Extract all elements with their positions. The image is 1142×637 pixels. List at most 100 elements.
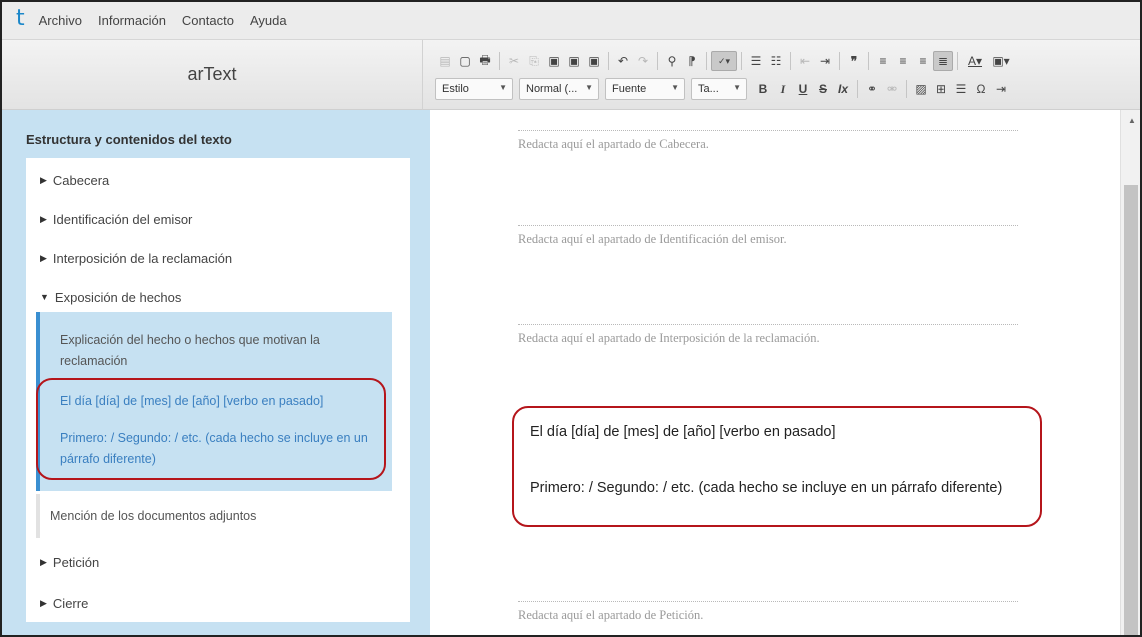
align-left-icon[interactable]: ≡	[873, 51, 893, 71]
section-label: Petición	[52, 554, 100, 570]
toolbar-separator	[957, 52, 958, 70]
section-cierre[interactable]: ▶ Cierre	[26, 593, 410, 613]
underline-button[interactable]: U	[793, 79, 813, 99]
text-color-icon[interactable]: A▾	[962, 51, 988, 71]
section-label: Identificación del emisor	[52, 211, 193, 227]
paste-text-icon[interactable]: ▣	[564, 51, 584, 71]
placeholder-peticion[interactable]: Redacta aquí el apartado de Petición.	[518, 601, 1018, 623]
text-editor[interactable]: Redacta aquí el apartado de Cabecera. Re…	[430, 110, 1120, 635]
menu-ayuda[interactable]: Ayuda	[250, 13, 287, 28]
toolbar-separator	[608, 52, 609, 70]
blockquote-icon[interactable]: ❞	[844, 51, 864, 71]
save-icon[interactable]: ▤	[435, 51, 455, 71]
align-right-icon[interactable]: ≡	[913, 51, 933, 71]
subsection-title: Mención de los documentos adjuntos	[50, 509, 257, 523]
caret-right-icon: ▶	[40, 556, 47, 567]
table-icon[interactable]: ⊞	[931, 79, 951, 99]
spellcheck-icon[interactable]: ✓▾	[711, 51, 737, 71]
menu-bar: t Archivo Información Contacto Ayuda	[2, 2, 1140, 40]
caret-right-icon: ▶	[40, 597, 47, 608]
app-window: t Archivo Información Contacto Ayuda arT…	[0, 0, 1142, 637]
indent-icon[interactable]: ⇥	[815, 51, 835, 71]
toolbar-separator	[857, 80, 858, 98]
page-break-icon[interactable]: ⇥	[991, 79, 1011, 99]
justify-icon[interactable]: ≣	[933, 51, 953, 71]
size-dropdown-label: Ta...	[698, 83, 719, 95]
outdent-icon[interactable]: ⇤	[795, 51, 815, 71]
scrollbar-thumb[interactable]	[1124, 185, 1138, 635]
chevron-down-icon: ▼	[733, 83, 741, 92]
bold-button[interactable]: B	[753, 79, 773, 99]
toolbar-separator	[499, 52, 500, 70]
caret-right-icon: ▶	[40, 252, 47, 263]
toolbar-separator	[706, 52, 707, 70]
structure-sidebar: Estructura y contenidos del texto ▶ Cabe…	[2, 110, 430, 635]
section-label: Interposición de la reclamación	[52, 250, 233, 266]
section-label: Cierre	[52, 595, 89, 611]
copy-icon[interactable]: ⎘	[524, 51, 544, 71]
subsection-documentos-adjuntos[interactable]: Mención de los documentos adjuntos	[36, 494, 392, 538]
paste-word-icon[interactable]: ▣	[584, 51, 604, 71]
outline-panel: ▶ Cabecera ▶ Identificación del emisor ▶…	[26, 158, 410, 622]
unlink-icon[interactable]: ⚮	[882, 79, 902, 99]
placeholder-cabecera[interactable]: Redacta aquí el apartado de Cabecera.	[518, 130, 1018, 152]
app-title: arText	[187, 64, 237, 84]
special-char-icon[interactable]: Ω	[971, 79, 991, 99]
toolbar-separator	[868, 52, 869, 70]
strikethrough-button[interactable]: S	[813, 79, 833, 99]
numbered-list-icon[interactable]: ☰	[746, 51, 766, 71]
menu-informacion[interactable]: Información	[98, 13, 166, 28]
editor-toolbar: ▤ ▢ 🖶 ✂ ⎘ ▣ ▣ ▣ ↶ ↷ ⚲ ⁋ ✓▾ ☰ ☷ ⇤ ⇥ ❞ ≡ ≡…	[422, 40, 1140, 110]
align-center-icon[interactable]: ≡	[893, 51, 913, 71]
menu-archivo[interactable]: Archivo	[39, 13, 82, 28]
section-exposicion-hechos[interactable]: ▼ Exposición de hechos	[26, 287, 410, 307]
subsection-title[interactable]: Explicación del hecho o hechos que motiv…	[60, 330, 380, 372]
chevron-down-icon: ▼	[671, 83, 679, 92]
toolbar-separator	[906, 80, 907, 98]
font-dropdown[interactable]: Fuente ▼	[605, 78, 685, 100]
horizontal-line-icon[interactable]: ☰	[951, 79, 971, 99]
print-icon[interactable]: 🖶	[475, 51, 495, 71]
section-label: Exposición de hechos	[54, 289, 182, 305]
background-color-icon[interactable]: ▣▾	[988, 51, 1014, 71]
redo-icon[interactable]: ↷	[633, 51, 653, 71]
format-dropdown-label: Normal (...	[526, 83, 578, 95]
undo-icon[interactable]: ↶	[613, 51, 633, 71]
format-dropdown[interactable]: Normal (... ▼	[519, 78, 599, 100]
caret-right-icon: ▶	[40, 213, 47, 224]
image-icon[interactable]: ▨	[911, 79, 931, 99]
bulleted-list-icon[interactable]: ☷	[766, 51, 786, 71]
toolbar-row-2: Estilo ▼ Normal (... ▼ Fuente ▼ Ta... ▼ B I …	[435, 77, 1011, 101]
select-all-icon[interactable]: ⁋	[682, 51, 702, 71]
section-peticion[interactable]: ▶ Petición	[26, 552, 410, 572]
scroll-up-icon[interactable]: ▲	[1128, 116, 1136, 125]
cut-icon[interactable]: ✂	[504, 51, 524, 71]
content-ordinal-line[interactable]: Primero: / Segundo: / etc. (cada hecho s…	[530, 480, 1030, 497]
artext-logo-icon[interactable]: t	[16, 6, 25, 31]
style-dropdown-label: Estilo	[442, 83, 469, 95]
italic-button[interactable]: I	[773, 79, 793, 99]
section-cabecera[interactable]: ▶ Cabecera	[26, 170, 410, 190]
content-date-line[interactable]: El día [día] de [mes] de [año] [verbo en…	[530, 424, 1030, 440]
style-dropdown[interactable]: Estilo ▼	[435, 78, 513, 100]
new-document-icon[interactable]: ▢	[455, 51, 475, 71]
section-interposicion-reclamacion[interactable]: ▶ Interposición de la reclamación	[26, 248, 410, 268]
paste-icon[interactable]: ▣	[544, 51, 564, 71]
find-icon[interactable]: ⚲	[662, 51, 682, 71]
size-dropdown[interactable]: Ta... ▼	[691, 78, 747, 100]
caret-right-icon: ▶	[40, 174, 47, 185]
sidebar-heading: Estructura y contenidos del texto	[26, 132, 232, 147]
link-icon[interactable]: ⚭	[862, 79, 882, 99]
remove-format-icon[interactable]: Ix	[833, 79, 853, 99]
menu-contacto[interactable]: Contacto	[182, 13, 234, 28]
placeholder-interposicion-reclamacion[interactable]: Redacta aquí el apartado de Interposició…	[518, 324, 1018, 346]
highlight-callout	[36, 378, 386, 480]
toolbar-separator	[657, 52, 658, 70]
section-identificacion-emisor[interactable]: ▶ Identificación del emisor	[26, 209, 410, 229]
font-dropdown-label: Fuente	[612, 83, 647, 95]
editor-scrollbar[interactable]: ▲	[1120, 110, 1140, 635]
app-header: arText	[2, 40, 422, 110]
toolbar-row-1: ▤ ▢ 🖶 ✂ ⎘ ▣ ▣ ▣ ↶ ↷ ⚲ ⁋ ✓▾ ☰ ☷ ⇤ ⇥ ❞ ≡ ≡…	[435, 49, 1014, 73]
toolbar-separator	[790, 52, 791, 70]
placeholder-identificacion-emisor[interactable]: Redacta aquí el apartado de Identificaci…	[518, 225, 1018, 247]
